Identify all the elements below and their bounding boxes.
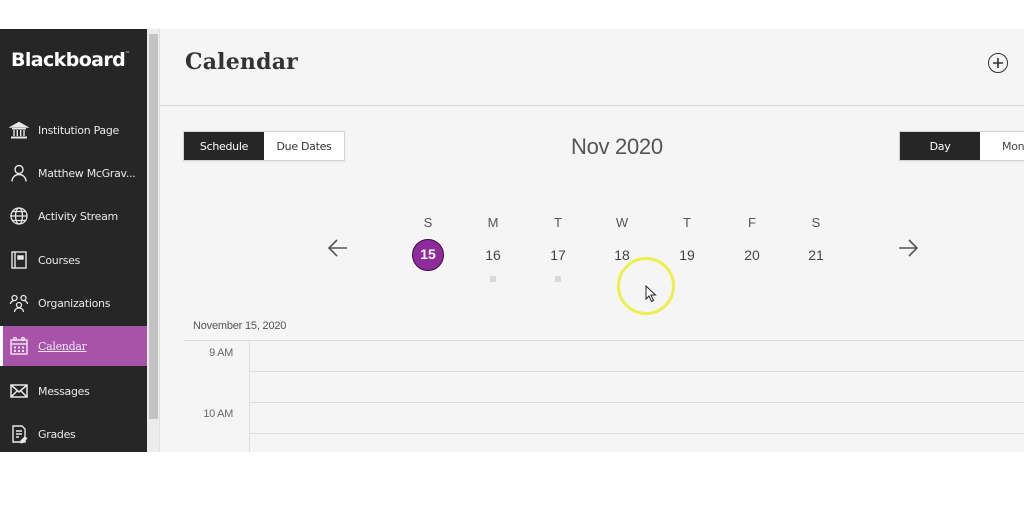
- schedule-date-heading: November 15, 2020: [193, 320, 287, 332]
- day-number: 18: [614, 247, 630, 263]
- sidebar-item-label: Matthew McGrav...: [38, 166, 136, 180]
- day-of-week: S: [423, 215, 433, 230]
- brand-name: Blackboard: [11, 49, 126, 71]
- sidebar-item-label: Activity Stream: [38, 209, 118, 223]
- day-of-week: S: [811, 215, 821, 230]
- sidebar-item-organizations[interactable]: Organizations: [0, 283, 147, 323]
- institution-icon: [8, 119, 30, 141]
- browser-viewport: Blackboard™ Institution Page Matthew McG…: [0, 29, 1024, 452]
- sidebar-item-label: Organizations: [38, 296, 111, 310]
- hour-line: [250, 402, 1024, 403]
- month-view-button[interactable]: Mon: [980, 132, 1024, 160]
- day-of-week: F: [748, 215, 756, 230]
- sidebar-item-label: Calendar: [38, 339, 87, 353]
- sidebar-item-messages[interactable]: Messages: [0, 371, 147, 411]
- day-number: 15: [412, 239, 444, 271]
- page-header: Calendar: [160, 29, 1024, 106]
- day-sunday[interactable]: S 15: [408, 215, 448, 282]
- arrow-left-icon: [327, 239, 347, 257]
- half-hour-line: [250, 371, 1024, 372]
- time-label: 10 AM: [203, 408, 233, 420]
- day-number: 17: [550, 247, 566, 263]
- sidebar-item-grades[interactable]: Grades: [0, 414, 147, 452]
- arrow-right-icon: [899, 239, 919, 257]
- sidebar-item-courses[interactable]: Courses: [0, 240, 147, 280]
- sidebar-item-label: Messages: [38, 384, 90, 398]
- day-saturday[interactable]: S 21: [796, 215, 836, 282]
- day-friday[interactable]: F 20: [732, 215, 772, 282]
- trademark-mark: ™: [125, 51, 130, 57]
- envelope-icon: [8, 380, 30, 402]
- day-number: 21: [808, 247, 824, 263]
- user-icon: [8, 162, 30, 184]
- organizations-icon: [8, 292, 30, 314]
- day-of-week: W: [615, 215, 629, 230]
- sidebar-item-calendar[interactable]: Calendar: [0, 326, 147, 366]
- day-wednesday[interactable]: W 18: [602, 215, 642, 282]
- globe-icon: [8, 205, 30, 227]
- blackboard-logo[interactable]: Blackboard™: [11, 49, 130, 71]
- sidebar-item-profile[interactable]: Matthew McGrav...: [0, 153, 147, 193]
- view-toggle: Schedule Due Dates: [183, 131, 345, 161]
- schedule-tab[interactable]: Schedule: [184, 132, 264, 160]
- day-of-week: T: [683, 215, 691, 230]
- day-schedule-grid[interactable]: 9 AM 10 AM: [184, 340, 1024, 452]
- sidebar: Blackboard™ Institution Page Matthew McG…: [0, 29, 147, 452]
- add-event-button[interactable]: [988, 53, 1008, 73]
- day-view-button[interactable]: Day: [900, 132, 980, 160]
- calendar-main: Calendar Schedule Due Dates Nov 2020 Day…: [160, 29, 1024, 452]
- day-tuesday[interactable]: T 17: [538, 215, 578, 282]
- grades-icon: [8, 423, 30, 445]
- half-hour-line: [250, 433, 1024, 434]
- next-week-button[interactable]: [896, 236, 920, 260]
- day-monday[interactable]: M 16: [473, 215, 513, 282]
- scrollbar-thumb[interactable]: [149, 34, 158, 419]
- event-indicator: [555, 276, 561, 282]
- plus-circle-icon: [993, 58, 1003, 68]
- previous-week-button[interactable]: [326, 236, 350, 260]
- due-dates-tab[interactable]: Due Dates: [264, 132, 344, 160]
- day-number: 19: [679, 247, 695, 263]
- day-number: 20: [744, 247, 760, 263]
- sidebar-item-institution-page[interactable]: Institution Page: [0, 110, 147, 150]
- day-number: 16: [485, 247, 501, 263]
- time-label: 9 AM: [209, 347, 233, 359]
- sidebar-item-activity-stream[interactable]: Activity Stream: [0, 196, 147, 236]
- day-thursday[interactable]: T 19: [667, 215, 707, 282]
- courses-icon: [8, 249, 30, 271]
- sidebar-item-label: Courses: [38, 253, 81, 267]
- event-indicator: [490, 276, 496, 282]
- page-title: Calendar: [185, 49, 298, 75]
- month-label: Nov 2020: [571, 134, 663, 159]
- time-gutter-divider: [249, 341, 250, 452]
- range-toggle: Day Mon: [899, 131, 1024, 161]
- sidebar-item-label: Institution Page: [38, 123, 119, 137]
- day-of-week: T: [554, 215, 562, 230]
- sidebar-item-label: Grades: [38, 427, 76, 441]
- calendar-icon: [8, 335, 30, 357]
- sidebar-scrollbar[interactable]: [147, 29, 160, 452]
- day-of-week: M: [487, 215, 499, 230]
